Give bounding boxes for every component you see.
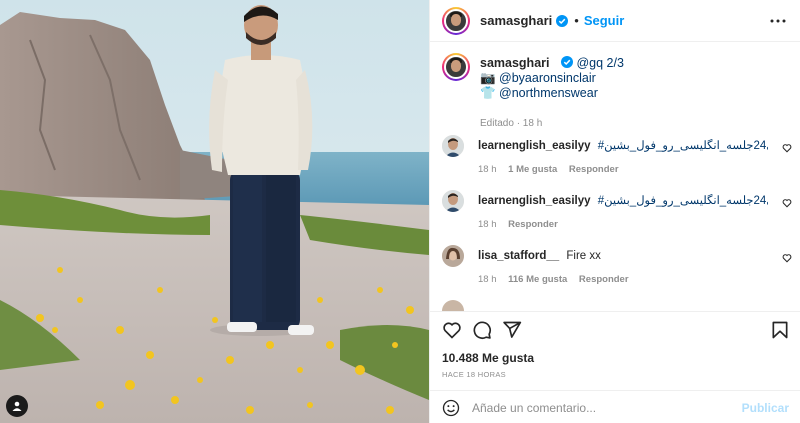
more-options-icon bbox=[770, 19, 786, 23]
caption-line-2[interactable]: 📷 @byaaronsinclair bbox=[480, 71, 780, 86]
post-side-panel: samasghari • Seguir samasghari @gq 2/3 📷… bbox=[429, 0, 800, 423]
commenter-avatar[interactable] bbox=[442, 190, 464, 212]
separator-dot: • bbox=[574, 13, 579, 28]
caption-author-avatar[interactable] bbox=[442, 53, 470, 81]
user-tag-button[interactable] bbox=[6, 395, 28, 417]
posted-time: HACE 18 HORAS bbox=[442, 370, 506, 379]
heart-icon[interactable] bbox=[782, 143, 792, 153]
caption-line-1[interactable]: @gq 2/3 bbox=[576, 56, 623, 70]
commenter-avatar[interactable] bbox=[442, 135, 464, 157]
reply-button[interactable]: Responder bbox=[508, 219, 558, 230]
comment-time[interactable]: 18 h bbox=[478, 164, 497, 175]
add-comment-bar: Publicar bbox=[430, 390, 800, 423]
action-icons bbox=[442, 320, 790, 340]
verified-badge-icon bbox=[556, 14, 569, 27]
comment-text[interactable]: #طی24جلسه_انگلیسی_رو_فول_بشین bbox=[598, 195, 768, 207]
comment-username[interactable]: learnenglish_easilyy bbox=[478, 140, 591, 152]
comment-username[interactable]: learnenglish_easilyy bbox=[478, 195, 591, 207]
heart-icon[interactable] bbox=[782, 253, 792, 263]
more-options-button[interactable] bbox=[769, 12, 787, 30]
comment-text[interactable]: #طی24جلسه_انگلیسی_رو_فول_بشین bbox=[598, 140, 768, 152]
comment-likes[interactable]: 1 Me gusta bbox=[508, 164, 557, 175]
comment-time[interactable]: 18 h bbox=[478, 274, 497, 285]
send-icon[interactable] bbox=[502, 320, 522, 340]
post-photo[interactable] bbox=[0, 0, 429, 423]
comments-list[interactable]: samasghari @gq 2/3 📷 @byaaronsinclair 👕 … bbox=[430, 43, 800, 311]
verified-badge-icon bbox=[560, 56, 573, 68]
follow-button[interactable]: Seguir bbox=[584, 13, 624, 28]
publish-button[interactable]: Publicar bbox=[742, 401, 789, 415]
comment-icon[interactable] bbox=[472, 320, 492, 340]
comment-item: learnenglish_easilyy #طی24جلسه_انگلیسی_ر… bbox=[442, 135, 792, 191]
comment-text: Fire xx bbox=[566, 250, 601, 262]
photo-scene bbox=[0, 0, 429, 423]
comment-item: learnenglish_easilyy #طی24جلسه_انگلیسی_ر… bbox=[442, 190, 792, 246]
reply-button[interactable]: Responder bbox=[579, 274, 629, 285]
author-avatar[interactable] bbox=[442, 6, 470, 35]
comment-likes[interactable]: 116 Me gusta bbox=[508, 274, 567, 285]
bookmark-icon[interactable] bbox=[770, 320, 790, 340]
commenter-avatar[interactable] bbox=[442, 245, 464, 267]
comment-item bbox=[442, 300, 792, 311]
comment-input[interactable] bbox=[472, 398, 732, 418]
heart-icon[interactable] bbox=[782, 198, 792, 208]
author-username[interactable]: samasghari bbox=[480, 13, 552, 28]
reply-button[interactable]: Responder bbox=[569, 164, 619, 175]
comment-username[interactable]: lisa_stafford__ bbox=[478, 250, 559, 262]
post-header: samasghari • Seguir bbox=[430, 0, 800, 42]
caption-line-3[interactable]: 👕 @northmenswear bbox=[480, 86, 780, 101]
user-tag-icon bbox=[12, 401, 22, 411]
caption-meta: Editado · 18 h bbox=[480, 118, 543, 129]
emoji-icon[interactable] bbox=[442, 399, 460, 417]
heart-icon[interactable] bbox=[442, 320, 462, 340]
commenter-avatar[interactable] bbox=[442, 300, 464, 311]
comment-item: lisa_stafford__ Fire xx 18 h 116 Me gust… bbox=[442, 245, 792, 301]
likes-count[interactable]: 10.488 Me gusta bbox=[442, 351, 534, 365]
post-actions: 10.488 Me gusta HACE 18 HORAS Publicar bbox=[430, 311, 800, 423]
comment-time[interactable]: 18 h bbox=[478, 219, 497, 230]
caption-username[interactable]: samasghari bbox=[480, 56, 549, 70]
